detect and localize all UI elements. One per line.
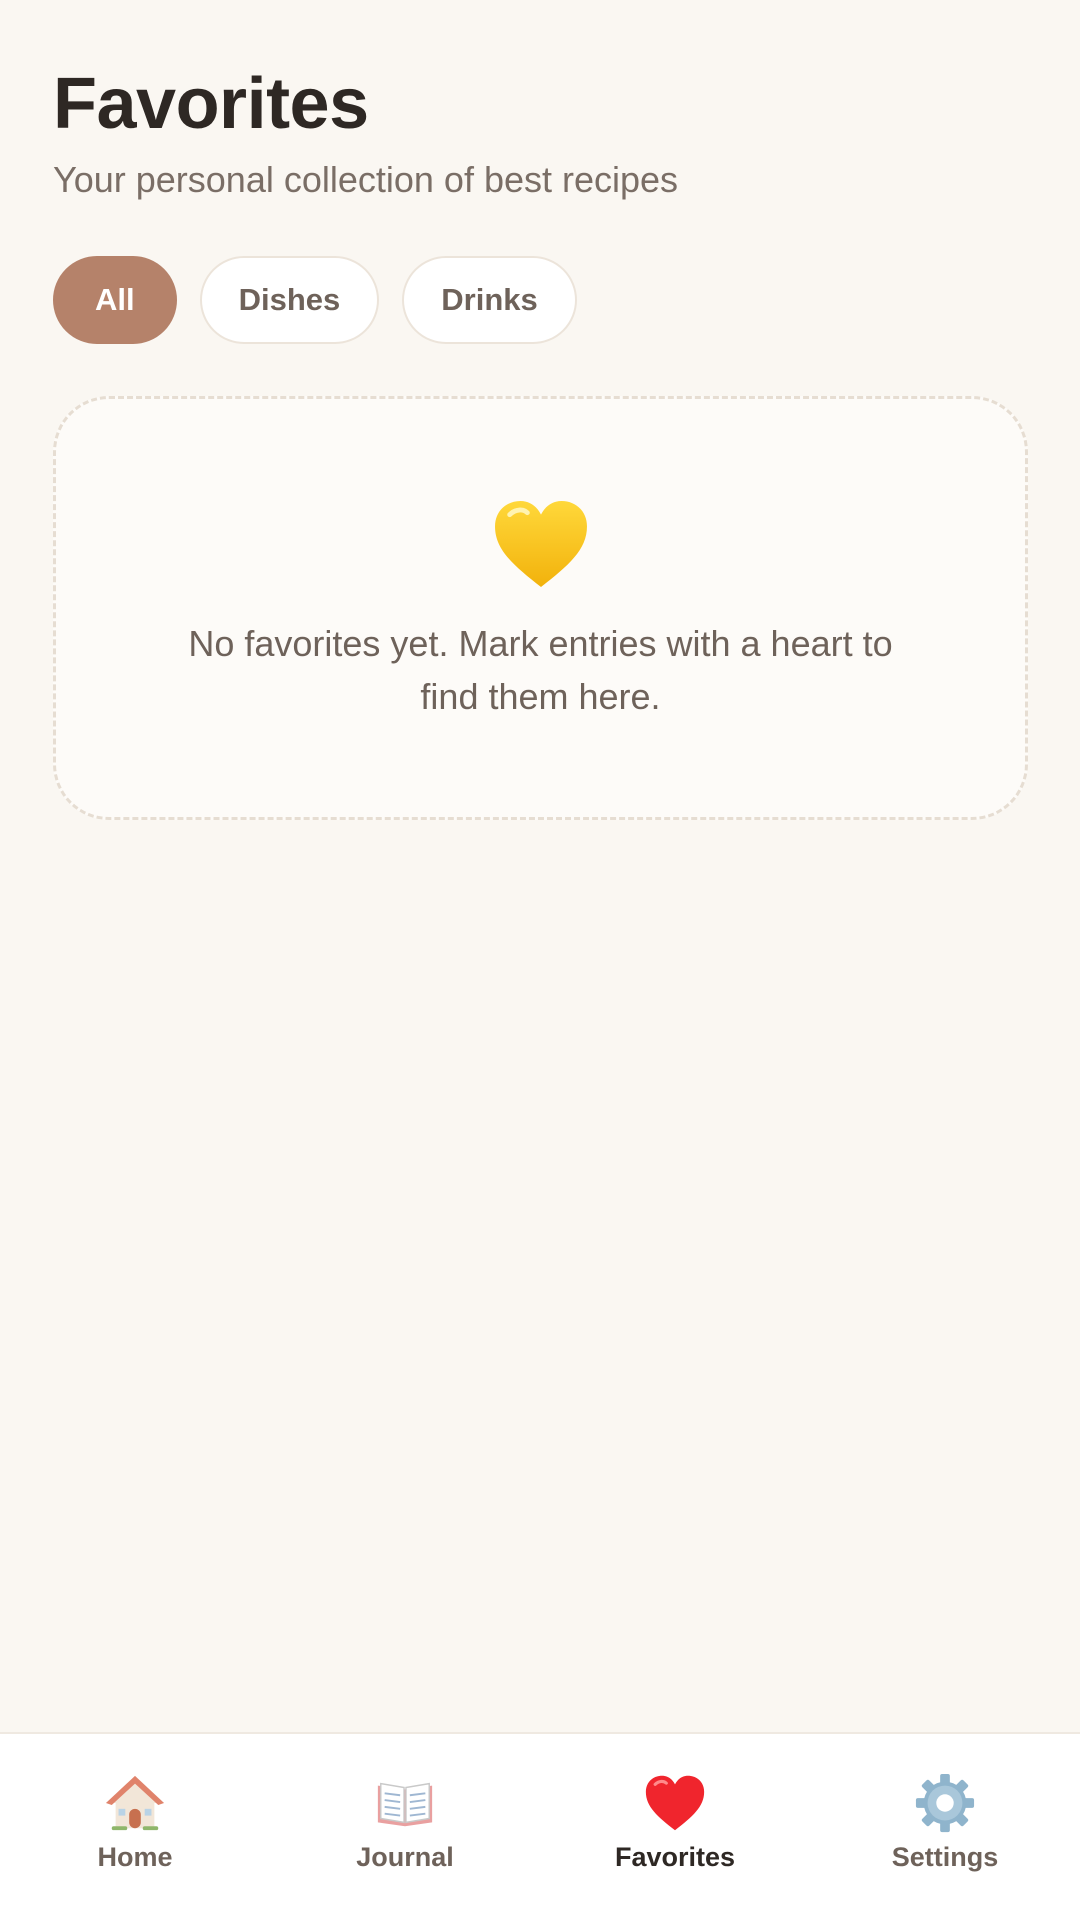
empty-state-card: No favorites yet. Mark entries with a he… xyxy=(53,396,1028,820)
house-icon xyxy=(105,1775,165,1831)
nav-item-home[interactable]: Home xyxy=(0,1734,270,1920)
bottom-navigation: Home Journal Favorites Settings xyxy=(0,1732,1080,1920)
filter-chip-drinks[interactable]: Drinks xyxy=(402,256,577,344)
red-heart-icon xyxy=(645,1775,705,1831)
favorites-screen: Favorites Your personal collection of be… xyxy=(0,0,1080,1920)
filter-chips: All Dishes Drinks xyxy=(53,256,577,344)
nav-item-favorites[interactable]: Favorites xyxy=(540,1734,810,1920)
filter-chip-dishes[interactable]: Dishes xyxy=(199,256,380,344)
page-subtitle: Your personal collection of best recipes xyxy=(53,159,679,200)
nav-label-home: Home xyxy=(97,1842,173,1872)
open-book-icon xyxy=(377,1782,433,1827)
filter-chip-all[interactable]: All xyxy=(53,256,177,344)
nav-item-settings[interactable]: Settings xyxy=(810,1734,1080,1920)
empty-state-message: No favorites yet. Mark entries with a he… xyxy=(188,623,893,717)
yellow-heart-icon xyxy=(494,500,587,588)
gear-icon xyxy=(915,1773,975,1833)
nav-label-settings: Settings xyxy=(891,1842,999,1872)
nav-item-journal[interactable]: Journal xyxy=(270,1734,540,1920)
nav-label-journal: Journal xyxy=(356,1842,454,1872)
nav-label-favorites: Favorites xyxy=(614,1842,736,1872)
page-title: Favorites xyxy=(53,64,369,144)
